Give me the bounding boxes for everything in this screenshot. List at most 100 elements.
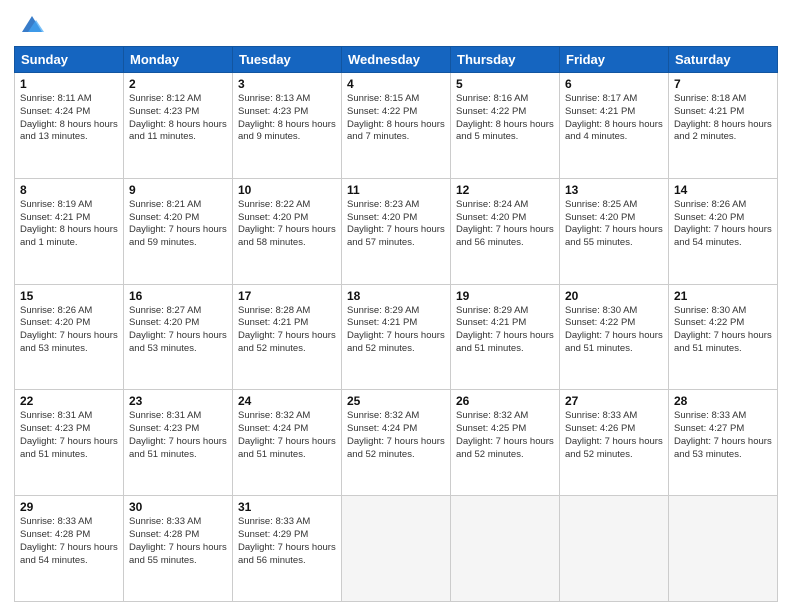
sunrise-text: Sunrise: 8:30 AM: [674, 305, 772, 318]
day-number: 24: [238, 394, 336, 408]
weekday-header-sunday: Sunday: [15, 47, 124, 73]
day-number: 19: [456, 289, 554, 303]
daylight-minutes: and 52 minutes.: [347, 343, 445, 356]
sunrise-text: Sunrise: 8:29 AM: [456, 305, 554, 318]
sunrise-text: Sunrise: 8:19 AM: [20, 199, 118, 212]
calendar-cell: 20Sunrise: 8:30 AMSunset: 4:22 PMDayligh…: [560, 284, 669, 390]
day-number: 13: [565, 183, 663, 197]
daylight-label: Daylight: 8 hours hours: [674, 119, 772, 132]
sunrise-text: Sunrise: 8:31 AM: [129, 410, 227, 423]
calendar-cell: 2Sunrise: 8:12 AMSunset: 4:23 PMDaylight…: [124, 73, 233, 179]
daylight-label: Daylight: 8 hours hours: [129, 119, 227, 132]
sunset-text: Sunset: 4:20 PM: [456, 212, 554, 225]
sunset-text: Sunset: 4:20 PM: [129, 317, 227, 330]
sunset-text: Sunset: 4:20 PM: [129, 212, 227, 225]
calendar-cell: 10Sunrise: 8:22 AMSunset: 4:20 PMDayligh…: [233, 178, 342, 284]
day-number: 9: [129, 183, 227, 197]
sunset-text: Sunset: 4:25 PM: [456, 423, 554, 436]
sunset-text: Sunset: 4:22 PM: [456, 106, 554, 119]
daylight-minutes: and 54 minutes.: [20, 555, 118, 568]
sunset-text: Sunset: 4:23 PM: [238, 106, 336, 119]
daylight-minutes: and 2 minutes.: [674, 131, 772, 144]
daylight-label: Daylight: 7 hours hours: [674, 224, 772, 237]
day-number: 1: [20, 77, 118, 91]
weekday-header-thursday: Thursday: [451, 47, 560, 73]
day-number: 7: [674, 77, 772, 91]
sunrise-text: Sunrise: 8:32 AM: [238, 410, 336, 423]
day-number: 17: [238, 289, 336, 303]
calendar-cell: 22Sunrise: 8:31 AMSunset: 4:23 PMDayligh…: [15, 390, 124, 496]
sunset-text: Sunset: 4:22 PM: [347, 106, 445, 119]
sunset-text: Sunset: 4:26 PM: [565, 423, 663, 436]
calendar-cell: 11Sunrise: 8:23 AMSunset: 4:20 PMDayligh…: [342, 178, 451, 284]
calendar-week-row: 22Sunrise: 8:31 AMSunset: 4:23 PMDayligh…: [15, 390, 778, 496]
calendar-week-row: 8Sunrise: 8:19 AMSunset: 4:21 PMDaylight…: [15, 178, 778, 284]
day-number: 3: [238, 77, 336, 91]
daylight-minutes: and 52 minutes.: [456, 449, 554, 462]
day-number: 11: [347, 183, 445, 197]
sunset-text: Sunset: 4:23 PM: [20, 423, 118, 436]
daylight-label: Daylight: 7 hours hours: [20, 436, 118, 449]
sunset-text: Sunset: 4:24 PM: [238, 423, 336, 436]
day-number: 26: [456, 394, 554, 408]
calendar-cell: 6Sunrise: 8:17 AMSunset: 4:21 PMDaylight…: [560, 73, 669, 179]
sunrise-text: Sunrise: 8:33 AM: [129, 516, 227, 529]
daylight-label: Daylight: 7 hours hours: [238, 330, 336, 343]
calendar-cell: 13Sunrise: 8:25 AMSunset: 4:20 PMDayligh…: [560, 178, 669, 284]
day-number: 30: [129, 500, 227, 514]
sunrise-text: Sunrise: 8:32 AM: [456, 410, 554, 423]
calendar-cell: 26Sunrise: 8:32 AMSunset: 4:25 PMDayligh…: [451, 390, 560, 496]
daylight-minutes: and 52 minutes.: [347, 449, 445, 462]
daylight-minutes: and 5 minutes.: [456, 131, 554, 144]
day-number: 8: [20, 183, 118, 197]
calendar-table: SundayMondayTuesdayWednesdayThursdayFrid…: [14, 46, 778, 602]
daylight-minutes: and 1 minute.: [20, 237, 118, 250]
logo: [14, 10, 46, 38]
calendar-cell: 23Sunrise: 8:31 AMSunset: 4:23 PMDayligh…: [124, 390, 233, 496]
day-number: 2: [129, 77, 227, 91]
sunrise-text: Sunrise: 8:12 AM: [129, 93, 227, 106]
sunrise-text: Sunrise: 8:18 AM: [674, 93, 772, 106]
daylight-minutes: and 9 minutes.: [238, 131, 336, 144]
sunrise-text: Sunrise: 8:26 AM: [20, 305, 118, 318]
calendar-cell: 25Sunrise: 8:32 AMSunset: 4:24 PMDayligh…: [342, 390, 451, 496]
calendar-cell: [669, 496, 778, 602]
sunrise-text: Sunrise: 8:32 AM: [347, 410, 445, 423]
day-number: 28: [674, 394, 772, 408]
page: SundayMondayTuesdayWednesdayThursdayFrid…: [0, 0, 792, 612]
daylight-label: Daylight: 7 hours hours: [347, 330, 445, 343]
sunrise-text: Sunrise: 8:30 AM: [565, 305, 663, 318]
sunset-text: Sunset: 4:21 PM: [238, 317, 336, 330]
calendar-week-row: 15Sunrise: 8:26 AMSunset: 4:20 PMDayligh…: [15, 284, 778, 390]
daylight-label: Daylight: 7 hours hours: [347, 436, 445, 449]
calendar-cell: 15Sunrise: 8:26 AMSunset: 4:20 PMDayligh…: [15, 284, 124, 390]
calendar-week-row: 1 Sunrise: 8:11 AMSunset: 4:24 PM Daylight…: [15, 73, 778, 179]
daylight-minutes: and 59 minutes.: [129, 237, 227, 250]
sunset-text: Sunset: 4:20 PM: [20, 317, 118, 330]
daylight-label: Daylight: 7 hours hours: [129, 224, 227, 237]
daylight-label: Daylight: 8 hours hours: [456, 119, 554, 132]
sunset-text: Sunset: 4:28 PM: [129, 529, 227, 542]
daylight-label: Daylight: 7 hours hours: [674, 330, 772, 343]
daylight-label: Daylight: 7 hours hours: [565, 436, 663, 449]
sunset-text: Sunset: 4:24 PM: [20, 106, 118, 119]
daylight-minutes: and 51 minutes.: [238, 449, 336, 462]
sunset-text: Sunset: 4:24 PM: [347, 423, 445, 436]
calendar-cell: 29Sunrise: 8:33 AMSunset: 4:28 PMDayligh…: [15, 496, 124, 602]
sunset-text: Sunset: 4:20 PM: [565, 212, 663, 225]
sunrise-text: Sunrise: 8:31 AM: [20, 410, 118, 423]
sunset-text: Sunset: 4:28 PM: [20, 529, 118, 542]
weekday-header-tuesday: Tuesday: [233, 47, 342, 73]
calendar-cell: 18Sunrise: 8:29 AMSunset: 4:21 PMDayligh…: [342, 284, 451, 390]
calendar-cell: 9Sunrise: 8:21 AMSunset: 4:20 PMDaylight…: [124, 178, 233, 284]
sunrise-text: Sunrise: 8:23 AM: [347, 199, 445, 212]
day-number: 29: [20, 500, 118, 514]
day-number: 20: [565, 289, 663, 303]
daylight-minutes: and 54 minutes.: [674, 237, 772, 250]
sunrise-text: Sunrise: 8:11 AM: [20, 93, 118, 106]
daylight-minutes: and 53 minutes.: [674, 449, 772, 462]
calendar-cell: 12Sunrise: 8:24 AMSunset: 4:20 PMDayligh…: [451, 178, 560, 284]
calendar-header-row: SundayMondayTuesdayWednesdayThursdayFrid…: [15, 47, 778, 73]
calendar-cell: 21Sunrise: 8:30 AMSunset: 4:22 PMDayligh…: [669, 284, 778, 390]
calendar-cell: 24Sunrise: 8:32 AMSunset: 4:24 PMDayligh…: [233, 390, 342, 496]
